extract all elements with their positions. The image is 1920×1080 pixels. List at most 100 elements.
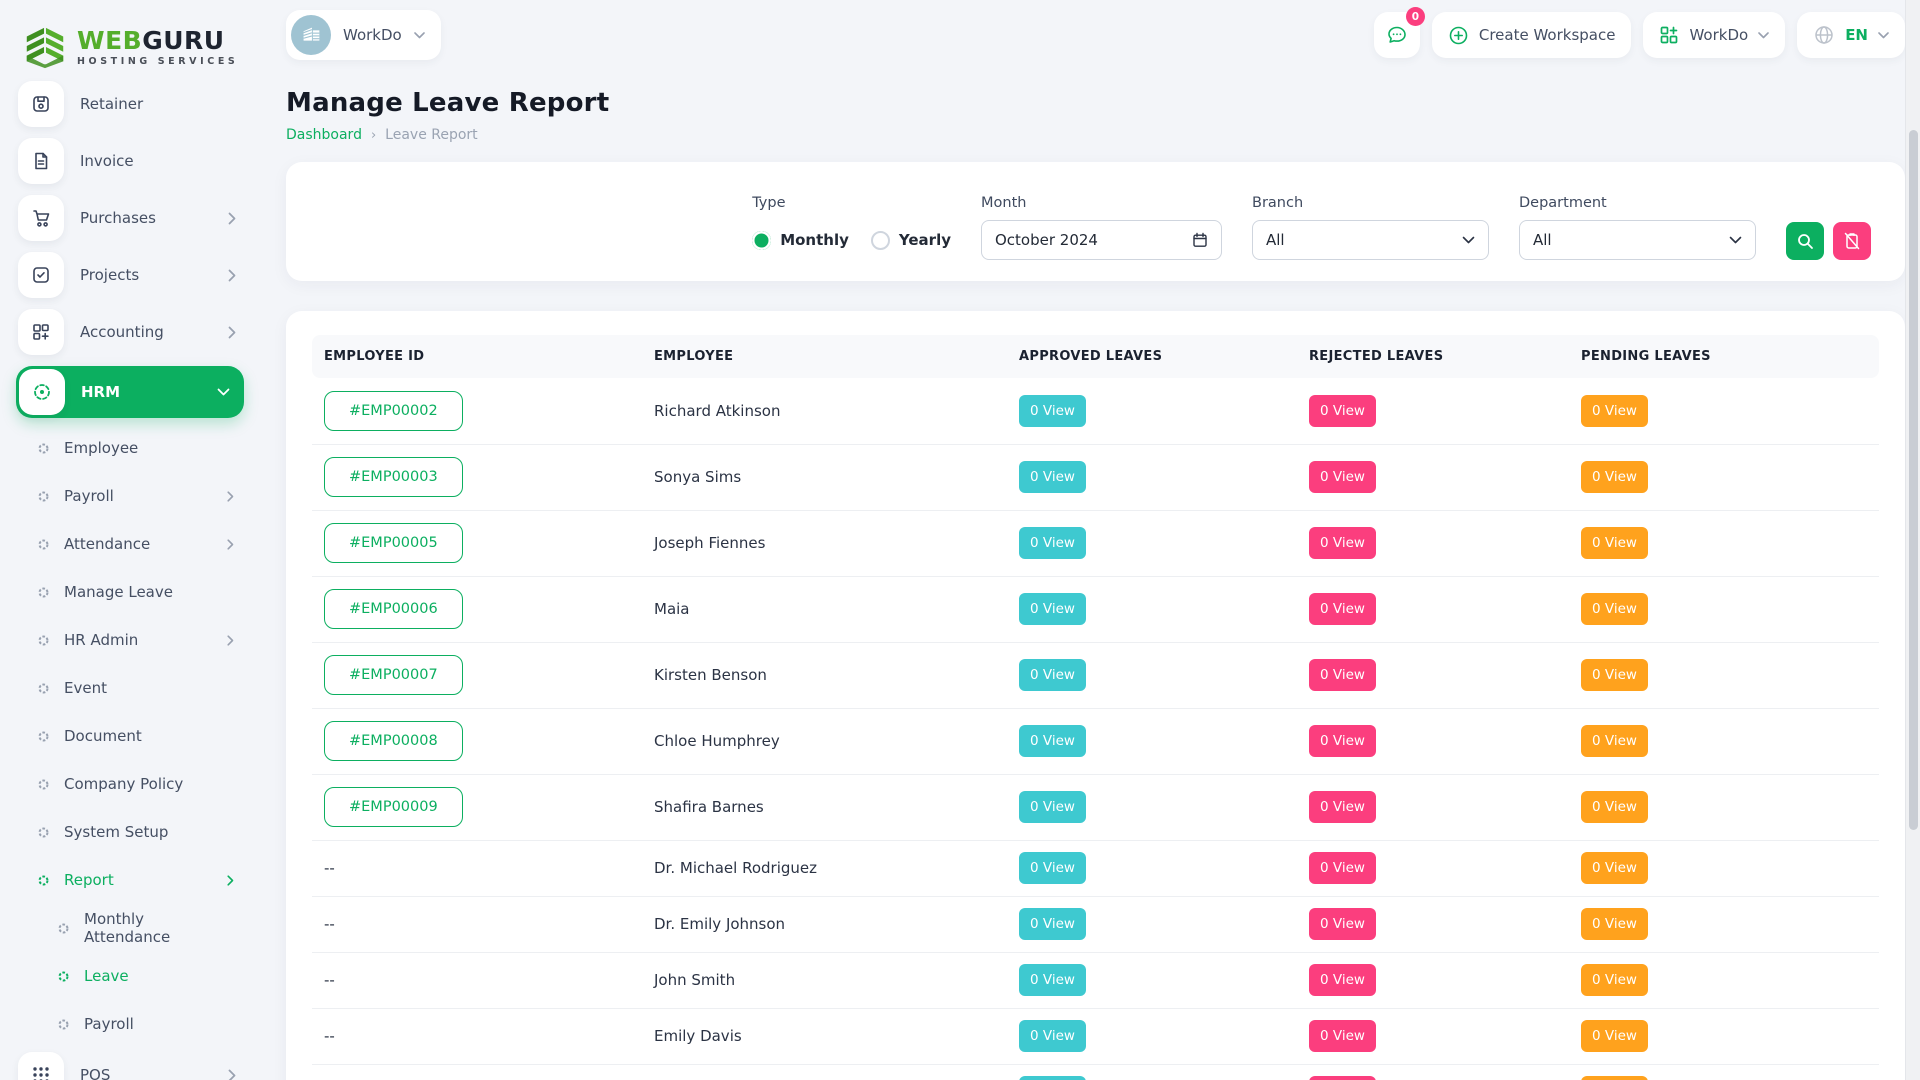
table-row: -- Dr. Emily Johnson 0 View 0 View 0 Vie… xyxy=(312,896,1879,952)
branch-label: Branch xyxy=(1252,195,1489,211)
search-button[interactable] xyxy=(1786,222,1824,260)
pending-leaves-badge[interactable]: 0 View xyxy=(1581,908,1648,940)
employee-id-badge[interactable]: #EMP00008 xyxy=(324,721,463,761)
sidebar-item-report[interactable]: Report xyxy=(16,860,244,900)
sidebar-item-pos[interactable]: POS xyxy=(16,1052,244,1080)
sidebar-item-label: Report xyxy=(64,871,114,889)
sidebar-item-leave[interactable]: Leave xyxy=(16,956,244,996)
sidebar-item-hrm[interactable]: HRM xyxy=(16,366,244,418)
pending-leaves-badge[interactable]: 0 View xyxy=(1581,852,1648,884)
sidebar-item-label: System Setup xyxy=(64,823,168,841)
approved-leaves-badge[interactable]: 0 View xyxy=(1019,791,1086,823)
sidebar-item-attendance[interactable]: Attendance xyxy=(16,524,244,564)
sidebar-item-event[interactable]: Event xyxy=(16,668,244,708)
rejected-leaves-badge[interactable]: 0 View xyxy=(1309,908,1376,940)
sidebar-item-employee[interactable]: Employee xyxy=(16,428,244,468)
employee-id-badge[interactable]: #EMP00009 xyxy=(324,787,463,827)
rejected-leaves-badge[interactable]: 0 View xyxy=(1309,725,1376,757)
sidebar-item-label: Document xyxy=(64,727,142,745)
employee-id-badge[interactable]: #EMP00003 xyxy=(324,457,463,497)
sidebar-item-manage-leave[interactable]: Manage Leave xyxy=(16,572,244,612)
employee-id-badge[interactable]: #EMP00006 xyxy=(324,589,463,629)
sidebar-item-label: Purchases xyxy=(80,209,156,227)
brand-logo[interactable]: WEBGURU HOSTING SERVICES xyxy=(22,25,244,69)
workspace-selector[interactable]: WorkDo xyxy=(286,10,441,60)
approved-leaves-badge[interactable]: 0 View xyxy=(1019,1076,1086,1080)
rejected-leaves-badge[interactable]: 0 View xyxy=(1309,395,1376,427)
pending-leaves-badge[interactable]: 0 View xyxy=(1581,527,1648,559)
branch-select[interactable]: All xyxy=(1252,220,1489,260)
approved-leaves-badge[interactable]: 0 View xyxy=(1019,908,1086,940)
sidebar-item-label: Company Policy xyxy=(64,775,183,793)
sidebar-item-system-setup[interactable]: System Setup xyxy=(16,812,244,852)
rejected-leaves-badge[interactable]: 0 View xyxy=(1309,852,1376,884)
employee-id-badge[interactable]: #EMP00002 xyxy=(324,391,463,431)
employee-id-badge[interactable]: #EMP00007 xyxy=(324,655,463,695)
approved-leaves-badge[interactable]: 0 View xyxy=(1019,395,1086,427)
sidebar-item-label: Payroll xyxy=(84,1015,134,1033)
approved-leaves-badge[interactable]: 0 View xyxy=(1019,461,1086,493)
bullet-icon xyxy=(38,443,49,454)
rejected-leaves-badge[interactable]: 0 View xyxy=(1309,1020,1376,1052)
rejected-leaves-badge[interactable]: 0 View xyxy=(1309,659,1376,691)
bullet-icon xyxy=(38,779,49,790)
sidebar-item-monthly-attendance[interactable]: Monthly Attendance xyxy=(16,908,244,948)
approved-leaves-badge[interactable]: 0 View xyxy=(1019,1020,1086,1052)
month-value: October 2024 xyxy=(995,231,1098,249)
sidebar-item-accounting[interactable]: Accounting xyxy=(16,309,244,355)
bullet-icon xyxy=(38,635,49,646)
radio-yearly[interactable]: Yearly xyxy=(871,231,951,250)
radio-monthly[interactable]: Monthly xyxy=(752,231,849,250)
sidebar-item-label: HR Admin xyxy=(64,631,138,649)
page-scrollbar[interactable] xyxy=(1905,0,1920,1080)
rejected-leaves-badge[interactable]: 0 View xyxy=(1309,964,1376,996)
rejected-leaves-badge[interactable]: 0 View xyxy=(1309,461,1376,493)
approved-leaves-badge[interactable]: 0 View xyxy=(1019,725,1086,757)
rejected-leaves-badge[interactable]: 0 View xyxy=(1309,791,1376,823)
sidebar-item-projects[interactable]: Projects xyxy=(16,252,244,298)
sidebar-item-hr-admin[interactable]: HR Admin xyxy=(16,620,244,660)
messages-button[interactable]: 0 xyxy=(1374,12,1420,58)
rejected-leaves-badge[interactable]: 0 View xyxy=(1309,527,1376,559)
type-label: Type xyxy=(752,195,951,211)
approved-leaves-badge[interactable]: 0 View xyxy=(1019,659,1086,691)
invoice-icon xyxy=(18,138,64,184)
scrollbar-thumb[interactable] xyxy=(1909,130,1918,830)
month-input[interactable]: October 2024 xyxy=(981,220,1222,260)
pending-leaves-badge[interactable]: 0 View xyxy=(1581,964,1648,996)
approved-leaves-badge[interactable]: 0 View xyxy=(1019,964,1086,996)
pending-leaves-badge[interactable]: 0 View xyxy=(1581,1076,1648,1080)
breadcrumb-separator: › xyxy=(371,128,376,143)
sidebar-item-retainer[interactable]: Retainer xyxy=(16,81,244,127)
sidebar-item-payroll-report[interactable]: Payroll xyxy=(16,1004,244,1044)
breadcrumb-dashboard-link[interactable]: Dashboard xyxy=(286,127,362,143)
sidebar-item-purchases[interactable]: Purchases xyxy=(16,195,244,241)
create-workspace-button[interactable]: Create Workspace xyxy=(1432,12,1632,58)
pending-leaves-badge[interactable]: 0 View xyxy=(1581,395,1648,427)
sidebar-item-document[interactable]: Document xyxy=(16,716,244,756)
sidebar-item-payroll[interactable]: Payroll xyxy=(16,476,244,516)
department-select[interactable]: All xyxy=(1519,220,1756,260)
sidebar-item-label: Leave xyxy=(84,967,129,985)
pending-leaves-badge[interactable]: 0 View xyxy=(1581,659,1648,691)
sidebar-item-company-policy[interactable]: Company Policy xyxy=(16,764,244,804)
pending-leaves-badge[interactable]: 0 View xyxy=(1581,593,1648,625)
app-switcher-button[interactable]: WorkDo xyxy=(1643,12,1785,58)
chevron-down-icon xyxy=(1878,32,1889,39)
employee-name: Dr. Emily Johnson xyxy=(642,896,1007,952)
breadcrumb-current: Leave Report xyxy=(385,127,478,143)
pending-leaves-badge[interactable]: 0 View xyxy=(1581,791,1648,823)
sidebar-item-invoice[interactable]: Invoice xyxy=(16,138,244,184)
approved-leaves-badge[interactable]: 0 View xyxy=(1019,527,1086,559)
pending-leaves-badge[interactable]: 0 View xyxy=(1581,725,1648,757)
pending-leaves-badge[interactable]: 0 View xyxy=(1581,1020,1648,1052)
approved-leaves-badge[interactable]: 0 View xyxy=(1019,852,1086,884)
approved-leaves-badge[interactable]: 0 View xyxy=(1019,593,1086,625)
pending-leaves-badge[interactable]: 0 View xyxy=(1581,461,1648,493)
grid-plus-icon xyxy=(18,309,64,355)
rejected-leaves-badge[interactable]: 0 View xyxy=(1309,593,1376,625)
language-selector[interactable]: EN xyxy=(1797,12,1905,58)
reset-button[interactable] xyxy=(1833,222,1871,260)
rejected-leaves-badge[interactable]: 0 View xyxy=(1309,1076,1376,1080)
employee-id-badge[interactable]: #EMP00005 xyxy=(324,523,463,563)
